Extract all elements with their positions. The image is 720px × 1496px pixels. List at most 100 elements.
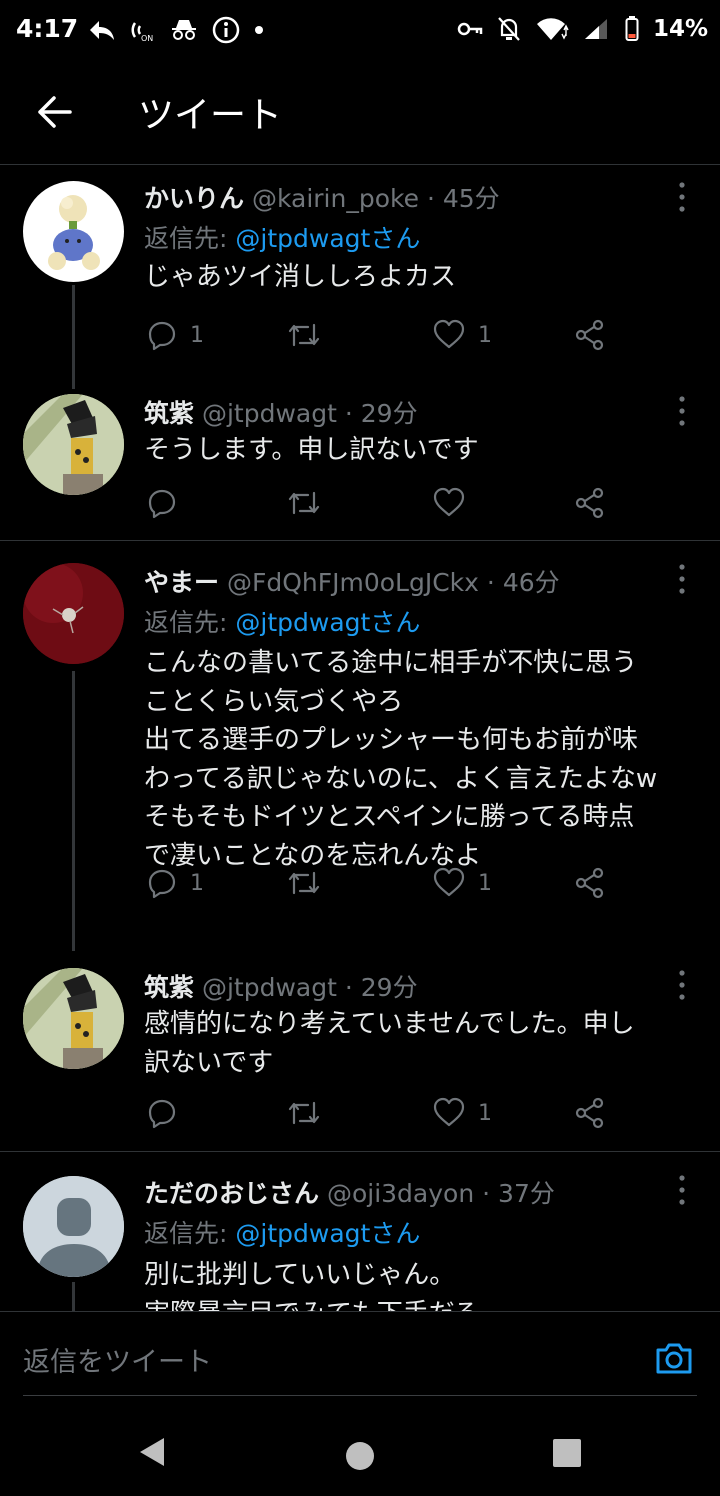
like-button[interactable] <box>432 483 478 523</box>
share-icon <box>575 319 604 351</box>
tweet-actions: 1 1 <box>144 863 614 903</box>
thread-line <box>72 1282 75 1311</box>
battery-icon <box>625 16 639 41</box>
retweet-button[interactable] <box>286 483 334 523</box>
tweet-time[interactable]: 37分 <box>498 1179 555 1208</box>
user-handle[interactable]: @jtpdwagt <box>202 399 337 428</box>
like-count: 1 <box>478 870 492 896</box>
mention-link[interactable]: @jtpdwagtさん <box>235 224 420 253</box>
avatar[interactable] <box>23 968 124 1069</box>
like-button[interactable]: 1 <box>432 863 492 903</box>
nav-back-icon[interactable] <box>138 1436 166 1468</box>
share-button[interactable] <box>574 315 606 355</box>
more-vertical-icon[interactable] <box>672 393 692 429</box>
share-button[interactable] <box>574 1093 606 1133</box>
avatar[interactable] <box>23 563 124 664</box>
notification-dot-icon <box>255 26 263 34</box>
tweet-time[interactable]: 29分 <box>361 399 418 428</box>
tweet[interactable]: ただのおじさん @oji3dayon · 37分 返信先: @jtpdwagtさ… <box>0 1152 720 1311</box>
nav-home-icon[interactable] <box>346 1442 374 1470</box>
share-button[interactable] <box>574 483 606 523</box>
separator-dot: · <box>482 1179 491 1208</box>
tweet-header: 筑紫 @jtpdwagt · 29分 <box>144 394 418 430</box>
avatar[interactable] <box>23 1176 124 1277</box>
avatar[interactable] <box>23 394 124 495</box>
reply-button[interactable] <box>146 483 190 523</box>
info-icon <box>212 16 240 44</box>
mention-link[interactable]: @jtpdwagtさん <box>235 1219 420 1248</box>
tweet-text-line: そうします。申し訳ないです <box>144 435 479 465</box>
share-icon <box>575 867 604 899</box>
reply-button[interactable] <box>146 1093 190 1133</box>
mention-link[interactable]: @jtpdwagtさん <box>235 608 420 637</box>
retweet-button[interactable] <box>286 315 334 355</box>
camera-icon[interactable] <box>654 1338 694 1378</box>
like-count: 1 <box>478 322 492 348</box>
tweet-time[interactable]: 46分 <box>503 568 560 597</box>
reply-icon <box>148 321 176 351</box>
tweet-text-line: じゃあツイ消ししろよカス <box>144 262 457 292</box>
like-icon <box>433 319 465 349</box>
reply-button[interactable]: 1 <box>146 863 204 903</box>
reply-composer[interactable]: 返信をツイート <box>0 1311 720 1398</box>
page-title: ツイート <box>138 95 283 136</box>
status-time: 4:17 <box>16 14 79 43</box>
tweet-time[interactable]: 45分 <box>443 184 500 213</box>
tweet-actions: 1 <box>144 1093 614 1133</box>
like-count: 1 <box>478 1100 492 1126</box>
tweet[interactable]: かいりん @kairin_poke · 45分 返信先: @jtpdwagtさん… <box>0 165 720 389</box>
user-handle[interactable]: @FdQhFJm0oLgJCkx <box>227 568 479 597</box>
tweet-text: そうします。申し訳ないです <box>144 431 704 470</box>
replying-to: 返信先: @jtpdwagtさん <box>144 1214 420 1250</box>
share-icon <box>575 487 604 519</box>
more-vertical-icon[interactable] <box>672 967 692 1003</box>
reply-input[interactable]: 返信をツイート <box>23 1340 212 1379</box>
avatar[interactable] <box>23 181 124 282</box>
tweet-header: 筑紫 @jtpdwagt · 29分 <box>144 968 418 1004</box>
tweet-text: こんなの書いてる途中に相手が不快に思う ことくらい気づくやろ 出てる選手のプレッ… <box>144 644 720 875</box>
more-vertical-icon[interactable] <box>672 561 692 597</box>
back-arrow-icon[interactable] <box>34 92 74 132</box>
incognito-icon <box>172 20 196 40</box>
retweet-button[interactable] <box>286 1093 334 1133</box>
tweet-text-line: 訳ないです <box>144 1047 274 1078</box>
tweet[interactable]: やまー @FdQhFJm0oLgJCkx · 46分 返信先: @jtpdwag… <box>0 541 720 951</box>
share-button[interactable] <box>574 863 606 903</box>
tweet-text-line: そもそもドイツとスペインに勝ってる時点 <box>144 802 635 832</box>
retweet-button[interactable] <box>286 863 334 903</box>
replying-to: 返信先: @jtpdwagtさん <box>144 219 420 255</box>
display-name[interactable]: 筑紫 <box>144 973 194 1002</box>
svg-text:ON: ON <box>141 34 153 43</box>
retweet-icon <box>288 1101 320 1125</box>
tweet-time[interactable]: 29分 <box>361 973 418 1002</box>
tweet-text-line: こんなの書いてる途中に相手が不快に思う <box>144 648 638 678</box>
like-button[interactable]: 1 <box>432 1093 492 1133</box>
tweet-actions: 1 1 <box>144 315 614 355</box>
replying-to-label: 返信先: <box>144 1219 228 1248</box>
more-vertical-icon[interactable] <box>672 1172 692 1208</box>
composer-underline <box>23 1395 697 1396</box>
tweet[interactable]: 筑紫 @jtpdwagt · 29分 そうします。申し訳ないです <box>0 375 720 540</box>
tweet-header: かいりん @kairin_poke · 45分 <box>144 179 500 215</box>
display-name[interactable]: ただのおじさん <box>144 1179 319 1208</box>
user-handle[interactable]: @jtpdwagt <box>202 973 337 1002</box>
tweet[interactable]: 筑紫 @jtpdwagt · 29分 感情的になり考えていませんでした。申し 訳… <box>0 951 720 1151</box>
like-button[interactable]: 1 <box>432 315 492 355</box>
nav-recents-icon[interactable] <box>553 1439 581 1467</box>
tweet-text-line: わってる訳じゃないのに、よく言えたよなw <box>144 763 658 794</box>
thread-line <box>72 285 75 389</box>
display-name[interactable]: やまー <box>144 568 219 597</box>
replying-to-label: 返信先: <box>144 224 228 253</box>
user-handle[interactable]: @oji3dayon <box>327 1179 474 1208</box>
reply-button[interactable]: 1 <box>146 315 204 355</box>
tweet-text-line: 感情的になり考えていませんでした。申し <box>144 1009 635 1039</box>
display-name[interactable]: 筑紫 <box>144 399 194 428</box>
reply-timeline[interactable]: かいりん @kairin_poke · 45分 返信先: @jtpdwagtさん… <box>0 165 720 1311</box>
top-app-bar: ツイート <box>0 62 720 165</box>
display-name[interactable]: かいりん <box>144 184 244 213</box>
separator-dot: · <box>344 973 353 1002</box>
like-icon <box>433 1097 465 1127</box>
more-vertical-icon[interactable] <box>672 179 692 215</box>
user-handle[interactable]: @kairin_poke <box>252 184 419 213</box>
reply-icon <box>148 869 176 899</box>
